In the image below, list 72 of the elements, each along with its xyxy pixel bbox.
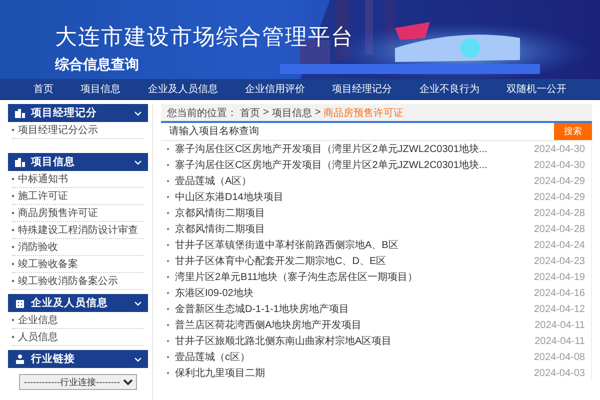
project-link[interactable]: 普兰店区荷花湾西侧A地块房地产开发项目 — [175, 318, 529, 332]
nav-link[interactable]: 企业不良行为 — [415, 79, 484, 99]
person-icon — [14, 354, 26, 364]
nav-link[interactable]: 企业信用评价 — [240, 79, 309, 99]
section-header[interactable]: 行业链接 — [8, 350, 148, 368]
project-link[interactable]: 甘井子区旅顺北路北侧东南山曲家村宗地A区项目 — [175, 334, 529, 348]
breadcrumb-separator: > — [314, 107, 321, 118]
sidebar-item[interactable]: 特殊建设工程消防设计审查 — [18, 223, 138, 237]
date-text: 2024-04-03 — [534, 368, 585, 378]
date-text: 2024-04-30 — [534, 144, 585, 154]
site-title: 大连市建设市场综合管理平台 — [55, 23, 354, 51]
chevron-down-icon — [134, 110, 142, 116]
section-title: 企业及人员信息 — [31, 296, 109, 310]
nav-link[interactable]: 项目信息 — [76, 79, 125, 99]
section-header[interactable]: 项目经理记分 — [8, 104, 148, 122]
date-text: 2024-04-11 — [534, 320, 585, 330]
date-text: 2024-04-16 — [534, 288, 585, 298]
date-text: 2024-04-19 — [534, 272, 585, 282]
building-icon — [14, 156, 26, 168]
link-select[interactable]: ------------行业连接-------- — [19, 374, 137, 390]
building-icon — [14, 108, 26, 118]
project-link[interactable]: 甘井子区革镇堡街道中革村张前路西侧宗地A、B区 — [175, 238, 528, 252]
nav-link[interactable]: 企业及人员信息 — [144, 79, 222, 99]
date-text: 2024-04-24 — [534, 240, 585, 250]
breadcrumb-separator: > — [263, 107, 269, 118]
sidebar-item[interactable]: 竣工验收消防备案公示 — [18, 274, 118, 288]
project-link[interactable]: 寨子沟居住区C区房地产开发项目（湾里片区2单元JZWL2C0301地块... — [175, 142, 528, 156]
section-header[interactable]: 企业及人员信息 — [8, 294, 148, 312]
nav-link[interactable]: 项目经理记分 — [328, 79, 396, 99]
section-header[interactable]: 项目信息 — [8, 153, 148, 171]
sidebar-item[interactable]: 项目经理记分公示 — [18, 123, 98, 137]
project-link[interactable]: 保利北九里项目二期 — [175, 366, 528, 380]
project-link[interactable]: 壹品莲城（A区） — [175, 174, 528, 188]
nav-link[interactable]: 双随机一公开 — [502, 79, 570, 99]
sidebar-item[interactable]: 施工许可证 — [18, 189, 68, 203]
date-text: 2024-04-29 — [534, 192, 585, 202]
project-link[interactable]: 壹品莲城（c区） — [175, 350, 528, 364]
section-title: 行业链接 — [31, 352, 76, 366]
project-link[interactable]: 东港区I09-02地块 — [175, 286, 528, 300]
date-text: 2024-04-11 — [534, 336, 585, 346]
chevron-down-icon — [134, 300, 142, 306]
date-text: 2024-04-28 — [534, 224, 585, 234]
date-text: 2024-04-12 — [534, 304, 585, 314]
sidebar-item[interactable]: 竣工验收备案 — [18, 257, 78, 271]
chevron-down-icon — [134, 160, 142, 164]
sidebar-item[interactable]: 商品房预售许可证 — [18, 206, 98, 220]
breadcrumb-link[interactable]: 首页 — [240, 106, 260, 120]
chevron-down-icon — [134, 356, 142, 362]
sidebar-item[interactable]: 消防验收 — [18, 240, 58, 254]
sidebar-item[interactable]: 中标通知书 — [18, 172, 68, 186]
nav-link[interactable]: 首页 — [30, 79, 58, 99]
sidebar-item[interactable]: 人员信息 — [18, 330, 58, 344]
breadcrumb-current: 商品房预售许可证 — [324, 106, 404, 120]
project-link[interactable]: 湾里片区2单元B11地块（寨子沟生态居住区一期项目） — [175, 270, 528, 284]
project-link[interactable]: 寨子沟居住区C区房地产开发项目（湾里片区2单元JZWL2C0301地块... — [175, 158, 528, 172]
breadcrumb-link[interactable]: 项目信息 — [272, 106, 312, 120]
site-subtitle: 综合信息查询 — [55, 56, 139, 74]
date-text: 2024-04-08 — [534, 352, 585, 362]
section-title: 项目经理记分 — [31, 106, 98, 120]
project-link[interactable]: 金普新区生态城D-1-1-1地块房地产项目 — [175, 302, 528, 316]
project-link[interactable]: 京都风情街二期项目 — [175, 222, 528, 236]
project-link[interactable]: 甘井子区体育中心配套开发二期宗地C、D、E区 — [175, 254, 528, 268]
date-text: 2024-04-30 — [534, 160, 585, 170]
date-text: 2024-04-23 — [534, 256, 585, 266]
project-link[interactable]: 中山区东港D14地块项目 — [175, 190, 528, 204]
sidebar-item[interactable]: 企业信息 — [18, 313, 58, 327]
breadcrumb-label: 您当前的位置： — [167, 106, 237, 120]
project-link[interactable]: 京都风情街二期项目 — [175, 206, 528, 220]
date-text: 2024-04-29 — [534, 176, 585, 186]
office-icon — [14, 298, 26, 308]
date-text: 2024-04-28 — [534, 208, 585, 218]
section-title: 项目信息 — [31, 155, 76, 169]
